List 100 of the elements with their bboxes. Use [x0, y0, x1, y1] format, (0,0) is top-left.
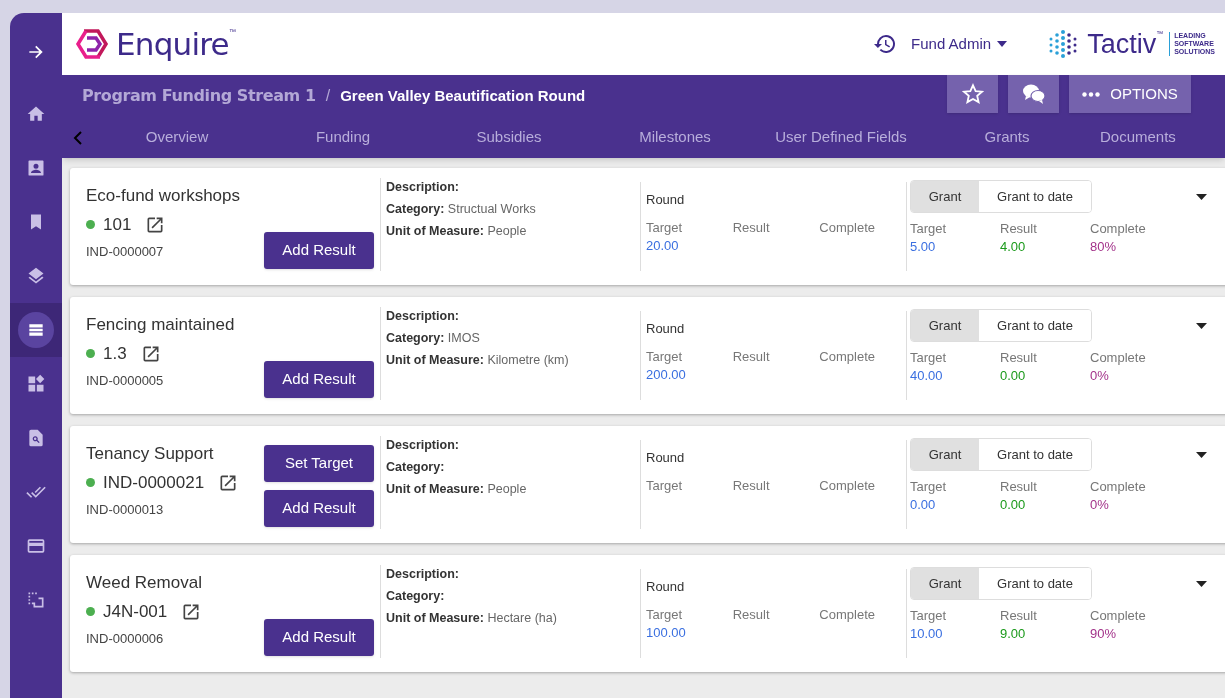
metric-label: Complete — [819, 218, 876, 237]
section-heading: Round — [646, 578, 686, 596]
indicator-code: J4N-001 — [103, 601, 168, 623]
expand-caret-icon[interactable] — [1196, 581, 1207, 587]
indicator-code: 101 — [103, 214, 132, 236]
document-search-icon — [26, 428, 46, 448]
star-icon — [961, 83, 984, 105]
select-copy-icon — [26, 590, 46, 610]
metric-value: 90% — [1090, 625, 1118, 643]
metric-label: Complete — [1090, 478, 1147, 496]
user-menu[interactable]: Fund Admin — [911, 32, 1008, 56]
toggle-option[interactable]: Grant — [911, 310, 979, 341]
detail-line: Description: — [386, 308, 460, 325]
nav-tab[interactable]: Grants — [924, 117, 1090, 158]
layers-icon — [26, 266, 46, 286]
nav-tab[interactable]: Overview — [94, 117, 260, 158]
metric-value: 0.00 — [1000, 496, 1027, 514]
indicator-id: IND-0000013 — [86, 500, 165, 519]
nav-tab[interactable]: Documents — [1090, 117, 1200, 158]
metric-value: 4.00 — [1000, 238, 1027, 256]
toggle-option[interactable]: Grant — [911, 181, 979, 212]
metric-value: 80% — [1090, 238, 1118, 256]
metric-label: Target — [910, 478, 948, 496]
indicator-title: Eco-fund workshops — [86, 185, 242, 207]
detail-line: Description: — [386, 437, 460, 454]
metric-label: Result — [732, 605, 771, 624]
detail-line: Unit of Measure: People — [386, 223, 528, 240]
brand-logo-text: Tactiv — [1087, 28, 1157, 61]
expand-caret-icon[interactable] — [1196, 323, 1207, 329]
options-button[interactable]: OPTIONS — [1069, 75, 1191, 113]
indicator-title: Tenancy Support — [86, 443, 215, 465]
metric-label: Target — [646, 476, 684, 495]
detail-line: Category: — [386, 459, 446, 476]
favorite-button[interactable] — [947, 75, 998, 113]
metric-label: Target — [646, 605, 684, 624]
metric-value: 0.00 — [910, 496, 937, 514]
detail-line: Description: — [386, 179, 460, 196]
metric-label: Target — [910, 220, 948, 238]
metric-label: Target — [910, 607, 948, 625]
detail-line: Unit of Measure: Hectare (ha) — [386, 610, 558, 627]
metric-label: Result — [1000, 220, 1038, 238]
detail-line: Unit of Measure: Kilometre (km) — [386, 352, 570, 369]
metric-label: Result — [1000, 478, 1038, 496]
nav-tab[interactable]: User Defined Fields — [758, 117, 924, 158]
nav-tab[interactable]: Milestones — [592, 117, 758, 158]
metric-value: 5.00 — [910, 238, 937, 256]
breadcrumb-separator: / — [325, 86, 331, 106]
detail-line: Category: IMOS — [386, 330, 481, 347]
metric-label: Complete — [819, 347, 876, 366]
metric-value: 100.00 — [646, 623, 687, 642]
home-icon — [26, 104, 46, 124]
section-heading: Round — [646, 320, 686, 338]
toggle-option[interactable]: Grant — [911, 439, 979, 470]
breadcrumb-link[interactable]: Program Funding Stream 1 — [82, 84, 316, 108]
caret-down-icon — [997, 41, 1008, 47]
section-heading: Round — [646, 449, 686, 467]
action-button[interactable]: Add Result — [264, 232, 374, 269]
metric-label: Complete — [819, 476, 876, 495]
more-icon — [1082, 91, 1101, 97]
nav-tab[interactable]: Funding — [260, 117, 426, 158]
metric-label: Complete — [819, 605, 876, 624]
action-button[interactable]: Set Target — [264, 445, 374, 482]
indicator-id: IND-0000005 — [86, 371, 165, 390]
chat-icon — [1021, 83, 1046, 105]
metric-value: 0.00 — [1000, 367, 1027, 385]
section-heading: Round — [646, 191, 686, 209]
metric-label: Target — [646, 218, 684, 237]
indicator-title: Weed Removal — [86, 572, 203, 594]
metric-label: Complete — [1090, 607, 1147, 625]
app-logo-text: Enquire — [116, 25, 229, 64]
metric-label: Result — [732, 218, 771, 237]
indicator-id: IND-0000006 — [86, 629, 165, 648]
sidebar-item[interactable] — [10, 303, 62, 357]
nav-tab[interactable]: Subsidies — [426, 117, 592, 158]
logo-icon — [74, 27, 110, 61]
indicator-id: IND-0000007 — [86, 242, 165, 261]
toggle-option[interactable]: Grant — [911, 568, 979, 599]
expand-caret-icon[interactable] — [1196, 452, 1207, 458]
action-button[interactable]: Add Result — [264, 619, 374, 656]
metric-value: 10.00 — [910, 625, 944, 643]
detail-line: Description: — [386, 566, 460, 583]
contact-card-icon — [26, 158, 46, 178]
detail-line: Unit of Measure: People — [386, 481, 528, 498]
metric-label: Target — [646, 347, 684, 366]
metric-value: 200.00 — [646, 365, 687, 384]
metric-value: 40.00 — [910, 367, 944, 385]
action-button[interactable]: Add Result — [264, 361, 374, 398]
metric-label: Target — [910, 349, 948, 367]
history-icon[interactable] — [873, 32, 898, 56]
metric-label: Result — [1000, 349, 1038, 367]
metric-label: Result — [1000, 607, 1038, 625]
indicator-code: 1.3 — [103, 343, 127, 365]
metric-value: 9.00 — [1000, 625, 1027, 643]
breadcrumb-current: Green Valley Beautification Round — [340, 85, 586, 106]
expand-caret-icon[interactable] — [1196, 194, 1207, 200]
card-icon — [26, 536, 46, 556]
metric-label: Complete — [1090, 220, 1147, 238]
action-button[interactable]: Add Result — [264, 490, 374, 527]
detail-line: Category: — [386, 588, 446, 605]
chat-button[interactable] — [1008, 75, 1059, 113]
